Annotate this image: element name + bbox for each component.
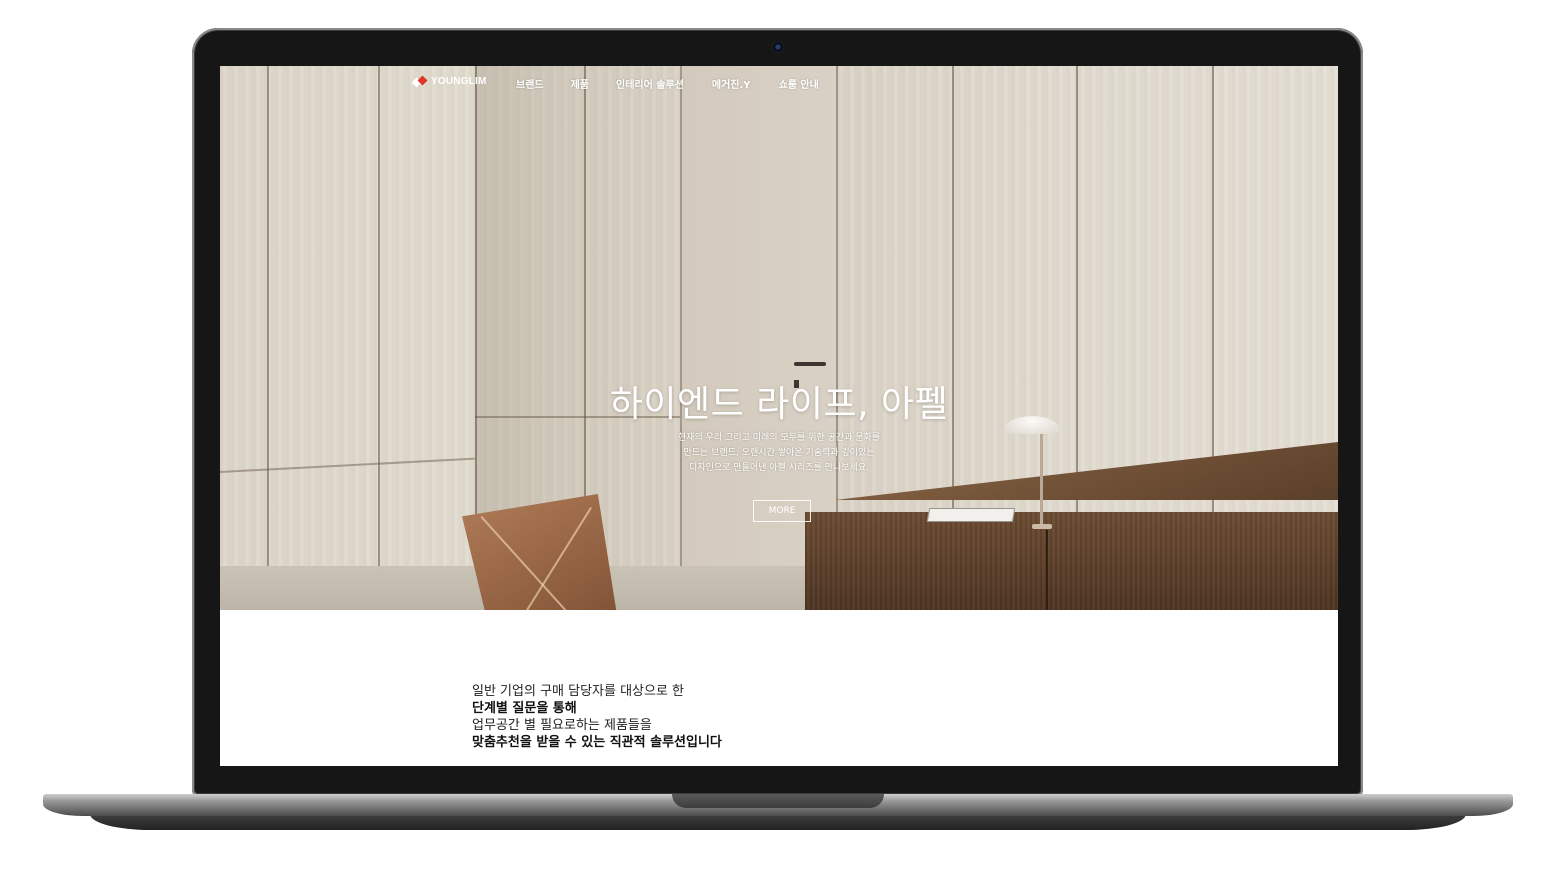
cabinet-divider (1046, 530, 1048, 610)
intro-line-emphasis: 맞춤추천을 받을 수 있는 직관적 솔루션입니다 (472, 735, 722, 750)
top-nav: YOUNGLIM 브랜드 제품 인테리어 솔루션 메거진.Y 쇼룸 안내 (220, 66, 1338, 100)
hero-title: 하이엔드 라이프, 아펠 (609, 384, 949, 425)
intro-text: 일반 기업의 구매 담당자를 대상으로 한 단계별 질문을 통해 업무공간 별 … (472, 683, 722, 751)
door-handle (794, 362, 826, 366)
site-logo[interactable]: YOUNGLIM (411, 75, 487, 88)
nav-item-interior-solution[interactable]: 인테리어 솔루션 (616, 76, 684, 91)
more-button[interactable]: MORE (753, 500, 811, 522)
laptop-base-shadow (90, 814, 1466, 830)
logo-icon (411, 75, 428, 88)
wood-cabinet (805, 512, 1338, 610)
book (926, 508, 1016, 522)
intro-line-emphasis: 단계별 질문을 통해 (472, 701, 577, 716)
hero-description-line: 디자인으로 만들어낸 아펠 시리즈를 만나보세요. (689, 463, 869, 473)
lamp-base (1032, 524, 1052, 529)
nav-item-showroom[interactable]: 쇼룸 안내 (779, 76, 819, 91)
intro-line: 업무공간 별 필요로하는 제품들을 (472, 718, 652, 733)
hero-description-line: 만드는 브랜드, 오랜시간 쌓아온 기술력과 깊이있는 (683, 448, 875, 458)
nav-item-products[interactable]: 제품 (571, 76, 589, 91)
logo-text: YOUNGLIM (431, 76, 487, 87)
hero-description: 현재의 우리 그리고 미래의 모두를 위한 공간과 문화를 만드는 브랜드, 오… (220, 431, 1338, 476)
laptop-opening-notch (672, 794, 884, 808)
wall-panel-line (267, 66, 269, 610)
hero-banner: YOUNGLIM 브랜드 제품 인테리어 솔루션 메거진.Y 쇼룸 안내 하이엔… (220, 66, 1338, 610)
nav-item-brand[interactable]: 브랜드 (516, 76, 544, 91)
screen: YOUNGLIM 브랜드 제품 인테리어 솔루션 메거진.Y 쇼룸 안내 하이엔… (220, 66, 1338, 766)
nav-item-magazine[interactable]: 메거진.Y (712, 76, 751, 91)
wall-panel-line (378, 66, 380, 610)
camera-icon (772, 41, 784, 53)
nav-menu: 브랜드 제품 인테리어 솔루션 메거진.Y 쇼룸 안내 (516, 76, 819, 91)
hero-description-line: 현재의 우리 그리고 미래의 모두를 위한 공간과 문화를 (677, 433, 881, 443)
laptop-mockup: YOUNGLIM 브랜드 제품 인테리어 솔루션 메거진.Y 쇼룸 안내 하이엔… (0, 0, 1550, 881)
intro-line: 일반 기업의 구매 담당자를 대상으로 한 (472, 684, 685, 699)
